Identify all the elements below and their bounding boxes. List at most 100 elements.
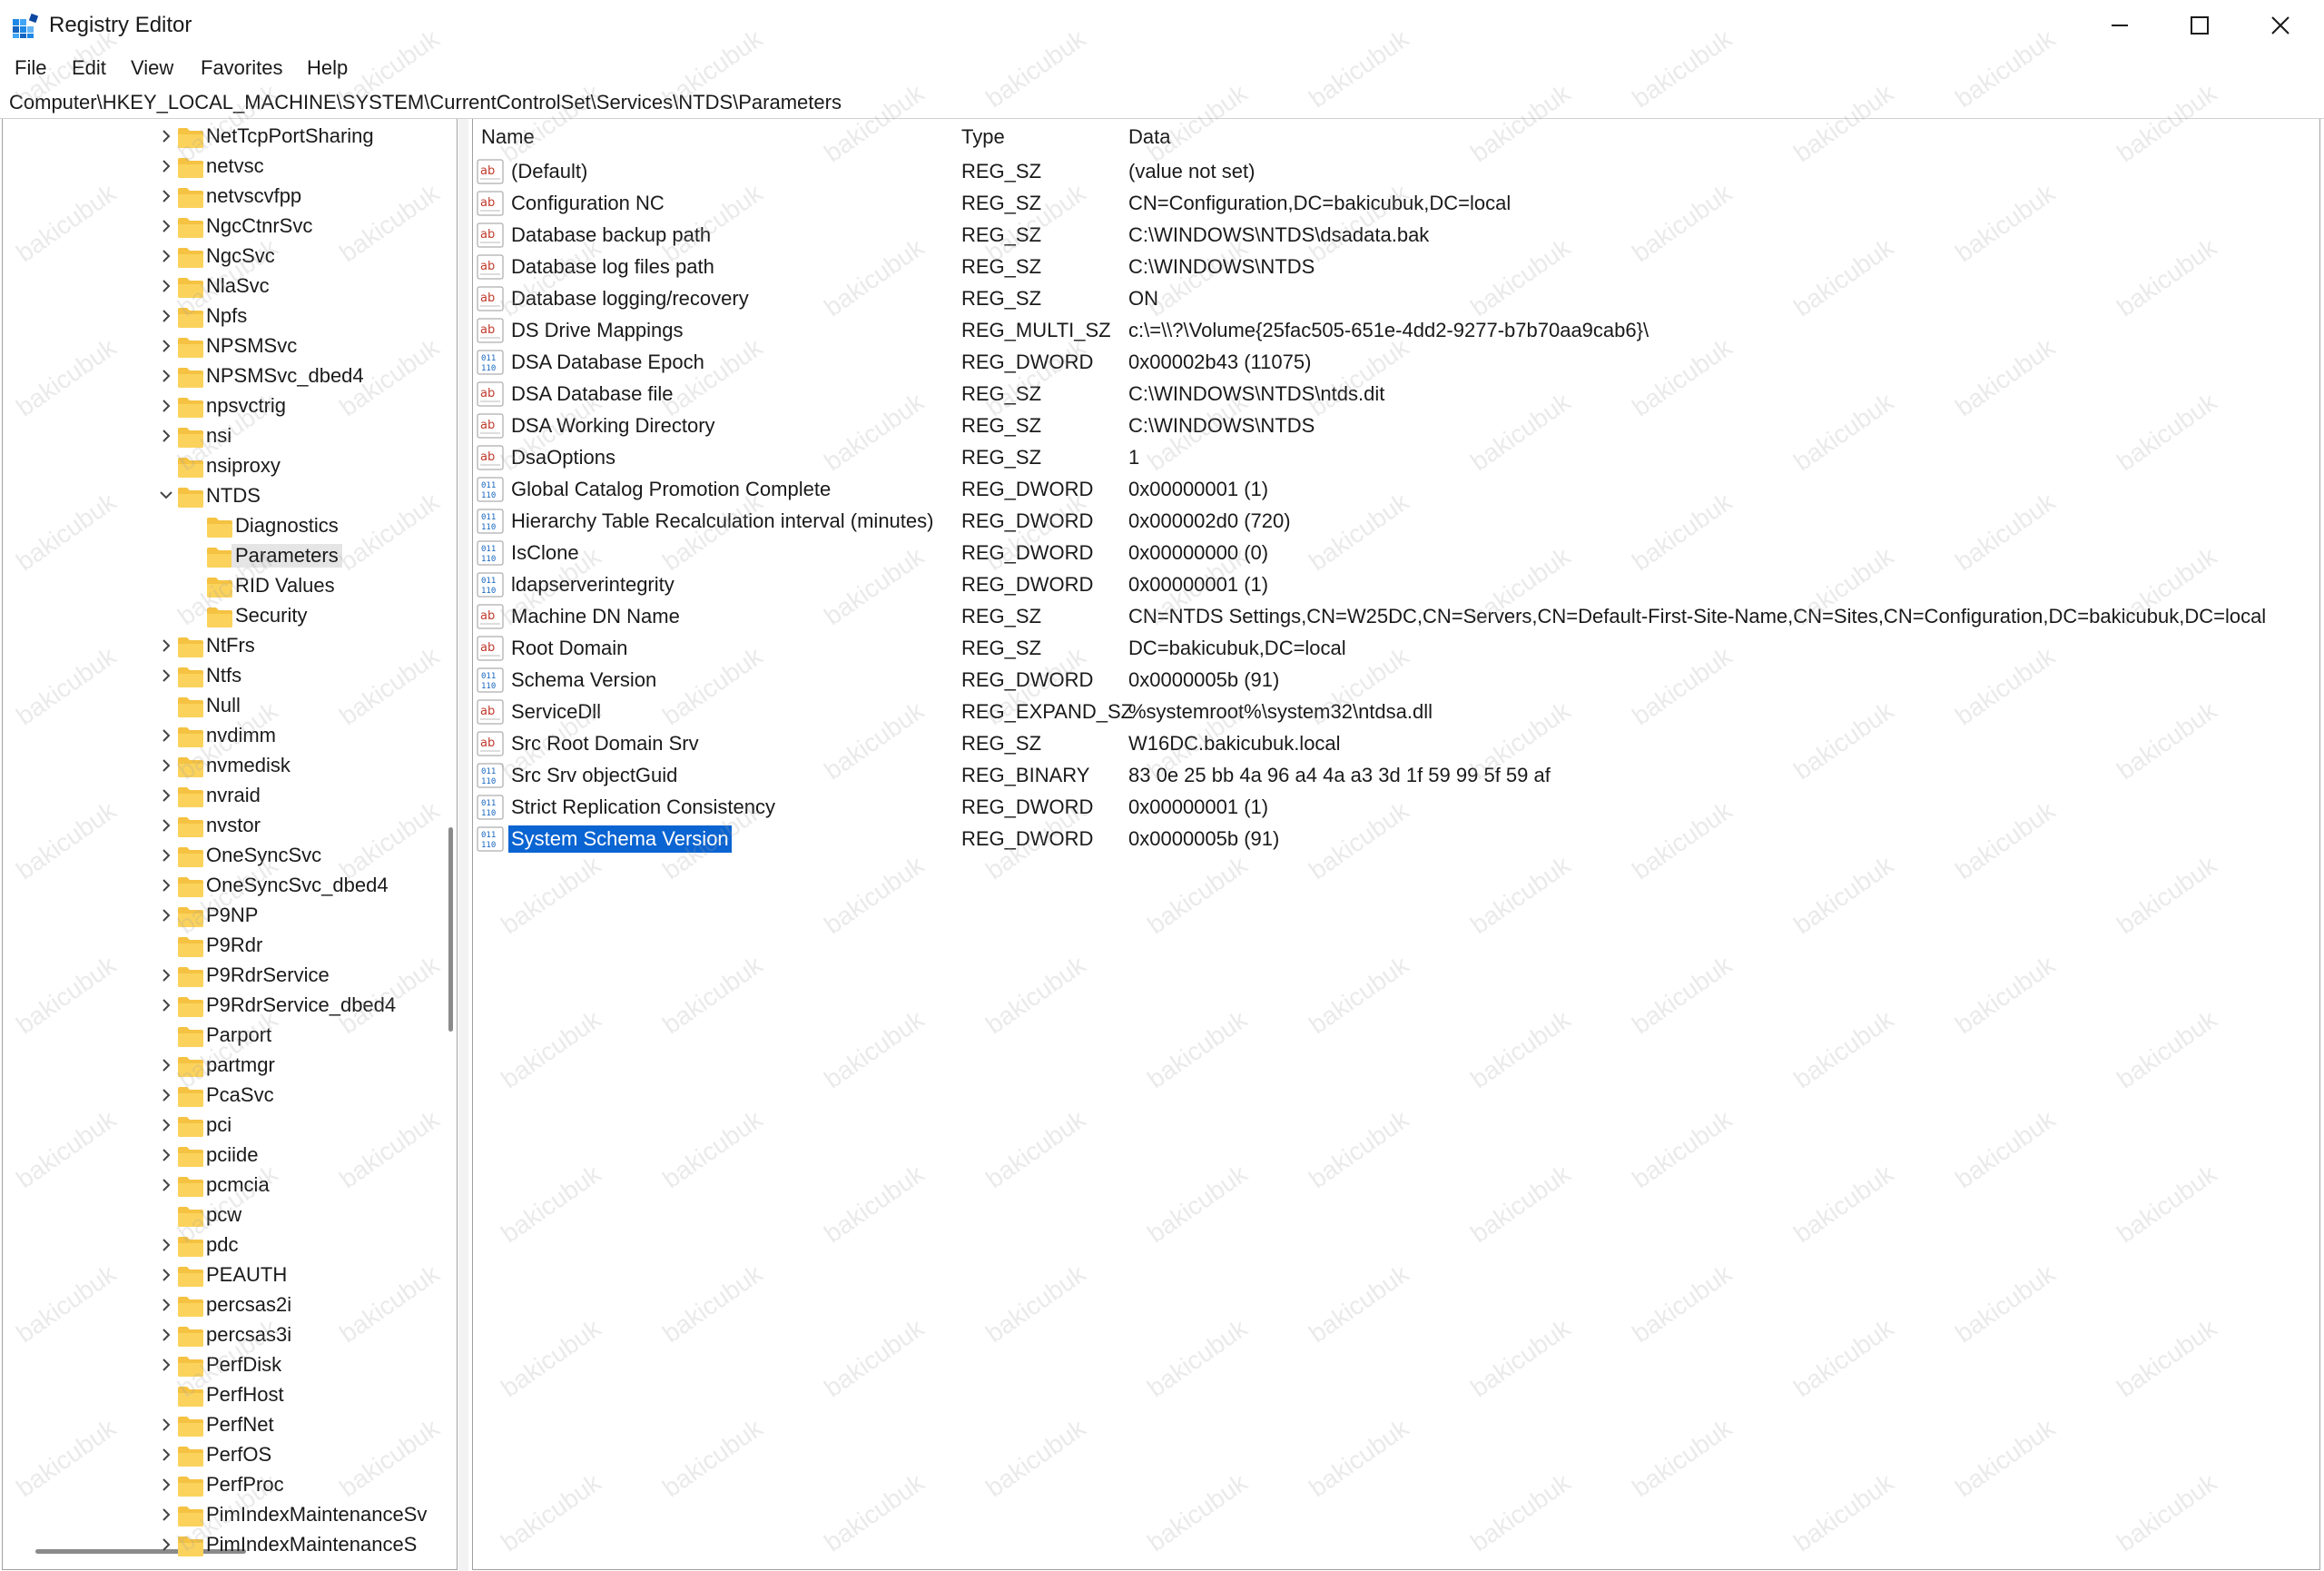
value-row[interactable]: 011 110 IsClone REG_DWORD 0x00000000 (0) (473, 538, 2319, 569)
address-bar[interactable]: Computer\HKEY_LOCAL_MACHINE\SYSTEM\Curre… (0, 87, 2324, 119)
value-row[interactable]: ab (Default) REG_SZ (value not set) (473, 156, 2319, 188)
column-header-data[interactable]: Data (1128, 125, 1170, 149)
value-row[interactable]: ab Database logging/recovery REG_SZ ON (473, 283, 2319, 315)
tree-item[interactable]: PimIndexMaintenanceS (3, 1530, 429, 1560)
value-name[interactable]: ServiceDll (508, 698, 604, 726)
tree-item[interactable]: nvdimm (3, 721, 429, 751)
chevron-right-icon[interactable] (157, 1234, 175, 1256)
chevron-right-icon[interactable] (157, 845, 175, 866)
value-row[interactable]: 011 110 Strict Replication Consistency REG_… (473, 792, 2319, 824)
value-name[interactable]: Root Domain (508, 635, 630, 662)
column-header-type[interactable]: Type (961, 125, 1005, 149)
chevron-right-icon[interactable] (157, 365, 175, 387)
chevron-right-icon[interactable] (157, 155, 175, 177)
value-name[interactable]: Strict Replication Consistency (508, 794, 778, 821)
value-name[interactable]: Configuration NC (508, 190, 667, 217)
tree-vertical-scrollbar[interactable] (448, 827, 453, 1032)
tree-item[interactable]: PerfNet (3, 1410, 429, 1440)
tree-item[interactable]: nvstor (3, 811, 429, 841)
values-list-pane[interactable]: Name Type Data ab (Default) REG_SZ (value n… (472, 119, 2320, 1570)
tree-item[interactable]: P9Rdr (3, 931, 429, 961)
tree-item[interactable]: P9RdrService (3, 961, 429, 991)
chevron-right-icon[interactable] (157, 665, 175, 687)
tree-item[interactable]: NgcCtnrSvc (3, 212, 429, 242)
value-name[interactable]: Database backup path (508, 222, 714, 249)
value-row[interactable]: 011 110 Hierarchy Table Recalculation inte… (473, 506, 2319, 538)
chevron-right-icon[interactable] (157, 904, 175, 926)
chevron-right-icon[interactable] (157, 1414, 175, 1436)
chevron-right-icon[interactable] (157, 1474, 175, 1496)
chevron-right-icon[interactable] (157, 1114, 175, 1136)
chevron-right-icon[interactable] (157, 874, 175, 896)
tree-item[interactable]: PEAUTH (3, 1260, 429, 1290)
tree-item[interactable]: P9RdrService_dbed4 (3, 991, 429, 1021)
menu-help[interactable]: Help (307, 56, 348, 80)
chevron-right-icon[interactable] (157, 964, 175, 986)
tree-item[interactable]: pci (3, 1111, 429, 1141)
tree-item[interactable]: PimIndexMaintenanceSv (3, 1500, 429, 1530)
value-row[interactable]: 011 110 Global Catalog Promotion Complete R… (473, 474, 2319, 506)
minimize-button[interactable] (2079, 0, 2159, 51)
tree-item[interactable]: Security (3, 601, 429, 631)
value-row[interactable]: 011 110 Schema Version REG_DWORD 0x0000005b … (473, 665, 2319, 697)
tree-item[interactable]: P9NP (3, 901, 429, 931)
address-path[interactable]: Computer\HKEY_LOCAL_MACHINE\SYSTEM\Curre… (9, 91, 842, 114)
chevron-right-icon[interactable] (157, 1294, 175, 1316)
tree-item[interactable]: NlaSvc (3, 272, 429, 301)
tree-item[interactable]: PerfHost (3, 1380, 429, 1410)
value-name[interactable]: DS Drive Mappings (508, 317, 686, 344)
value-name[interactable]: Machine DN Name (508, 603, 683, 630)
chevron-right-icon[interactable] (157, 815, 175, 836)
value-name[interactable]: Hierarchy Table Recalculation interval (… (508, 508, 936, 535)
value-name[interactable]: ldapserverintegrity (508, 571, 677, 598)
chevron-right-icon[interactable] (157, 635, 175, 657)
menu-view[interactable]: View (131, 56, 173, 80)
menu-favorites[interactable]: Favorites (201, 56, 282, 80)
chevron-right-icon[interactable] (157, 1324, 175, 1346)
tree-item[interactable]: NetTcpPortSharing (3, 122, 429, 152)
chevron-right-icon[interactable] (157, 1534, 175, 1556)
chevron-right-icon[interactable] (157, 185, 175, 207)
tree-item[interactable]: PerfProc (3, 1470, 429, 1500)
value-row[interactable]: ab Database log files path REG_SZ C:\WINDOW… (473, 252, 2319, 283)
value-name[interactable]: Src Root Domain Srv (508, 730, 702, 757)
value-name[interactable]: (Default) (508, 158, 590, 185)
tree-item[interactable]: NPSMSvc (3, 331, 429, 361)
tree-item[interactable]: netvscvfpp (3, 182, 429, 212)
value-name[interactable]: Database log files path (508, 253, 717, 281)
value-row[interactable]: ab DSA Database file REG_SZ C:\WINDOWS\NTDS… (473, 379, 2319, 410)
chevron-down-icon[interactable] (157, 485, 175, 507)
tree-item[interactable]: PerfOS (3, 1440, 429, 1470)
menu-file[interactable]: File (15, 56, 46, 80)
tree-item[interactable]: netvsc (3, 152, 429, 182)
tree-item[interactable]: NPSMSvc_dbed4 (3, 361, 429, 391)
value-row[interactable]: ab DSA Working Directory REG_SZ C:\WINDOWS\… (473, 410, 2319, 442)
value-row[interactable]: 011 110 ldapserverintegrity REG_DWORD 0x0000… (473, 569, 2319, 601)
value-row[interactable]: 011 110 Src Srv objectGuid REG_BINARY 83 0e … (473, 760, 2319, 792)
tree-item[interactable]: Parameters (3, 541, 429, 571)
value-row[interactable]: ab DsaOptions REG_SZ 1 (473, 442, 2319, 474)
tree-item[interactable]: OneSyncSvc (3, 841, 429, 871)
tree-item[interactable]: pciide (3, 1141, 429, 1171)
tree-item[interactable]: npsvctrig (3, 391, 429, 421)
tree-item[interactable]: partmgr (3, 1051, 429, 1081)
chevron-right-icon[interactable] (157, 1444, 175, 1466)
chevron-right-icon[interactable] (157, 725, 175, 746)
value-row[interactable]: ab DS Drive Mappings REG_MULTI_SZ c:\=\\?\V… (473, 315, 2319, 347)
tree-item[interactable]: nsiproxy (3, 451, 429, 481)
chevron-right-icon[interactable] (157, 335, 175, 357)
value-name[interactable]: Database logging/recovery (508, 285, 752, 312)
pane-splitter[interactable] (458, 119, 468, 1571)
value-name[interactable]: DSA Database Epoch (508, 349, 707, 376)
value-name[interactable]: Src Srv objectGuid (508, 762, 680, 789)
tree-item[interactable]: nvraid (3, 781, 429, 811)
chevron-right-icon[interactable] (157, 125, 175, 147)
chevron-right-icon[interactable] (157, 1144, 175, 1166)
value-name[interactable]: DSA Working Directory (508, 412, 718, 440)
chevron-right-icon[interactable] (157, 305, 175, 327)
tree-item[interactable]: PcaSvc (3, 1081, 429, 1111)
value-row[interactable]: ab Database backup path REG_SZ C:\WINDOWS\N… (473, 220, 2319, 252)
value-name[interactable]: IsClone (508, 539, 582, 567)
tree-item[interactable]: nsi (3, 421, 429, 451)
chevron-right-icon[interactable] (157, 1084, 175, 1106)
